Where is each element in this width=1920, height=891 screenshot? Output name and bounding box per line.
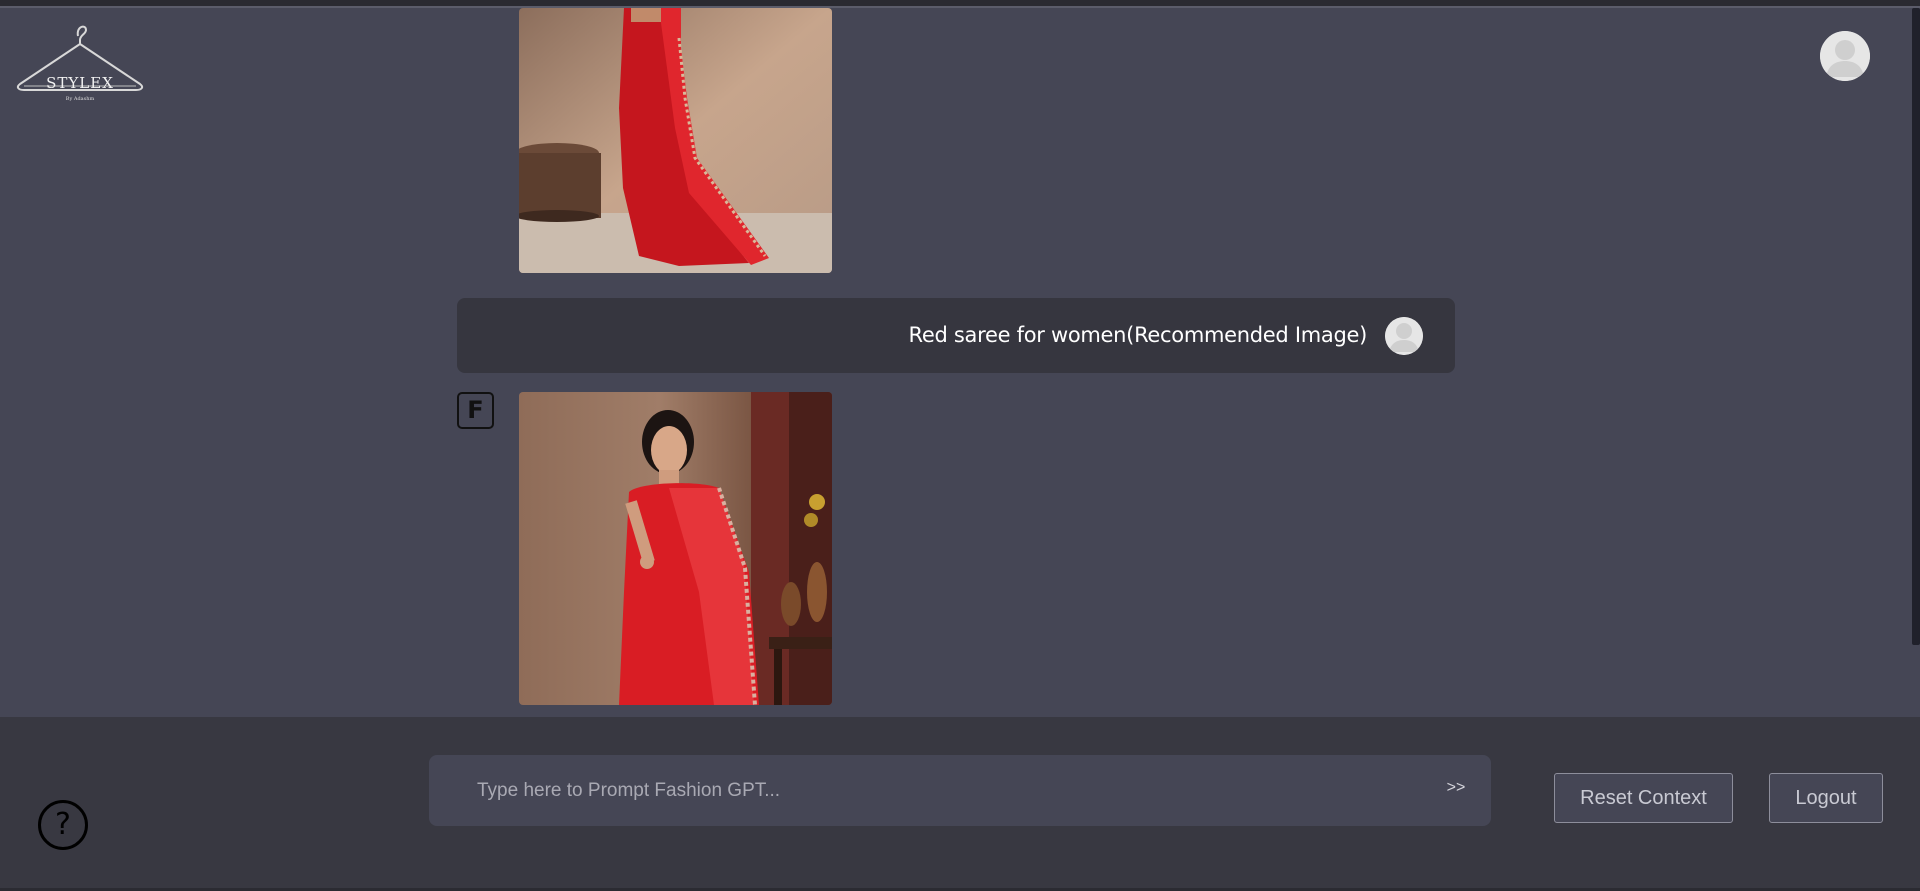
window-top-border (0, 0, 1920, 8)
user-message-avatar (1385, 317, 1423, 355)
chat-scrollbar[interactable] (1912, 8, 1920, 645)
saree-image-2 (519, 392, 832, 705)
user-silhouette-icon (1385, 317, 1423, 355)
user-silhouette-icon (1820, 31, 1870, 81)
saree-image-1 (519, 8, 832, 273)
logo-subtitle: By Adashm (65, 96, 95, 102)
prompt-input[interactable] (475, 773, 1375, 809)
reset-context-button[interactable]: Reset Context (1554, 773, 1733, 823)
user-message-text: Red saree for women(Recommended Image) (908, 323, 1368, 347)
user-avatar[interactable] (1820, 31, 1870, 81)
send-button[interactable]: >> (1441, 779, 1471, 803)
bot-avatar-badge: F (457, 392, 494, 429)
logo-title: STYLEX (46, 74, 114, 92)
prompt-box: >> (429, 755, 1491, 826)
recommended-image-2[interactable] (519, 392, 832, 705)
logout-button[interactable]: Logout (1769, 773, 1883, 823)
recommended-image-1[interactable] (519, 8, 832, 273)
help-button[interactable]: ? (38, 800, 88, 850)
user-message: Red saree for women(Recommended Image) (457, 298, 1455, 373)
hanger-icon (16, 25, 144, 91)
stylex-logo[interactable]: STYLEX By Adashm (14, 24, 146, 106)
